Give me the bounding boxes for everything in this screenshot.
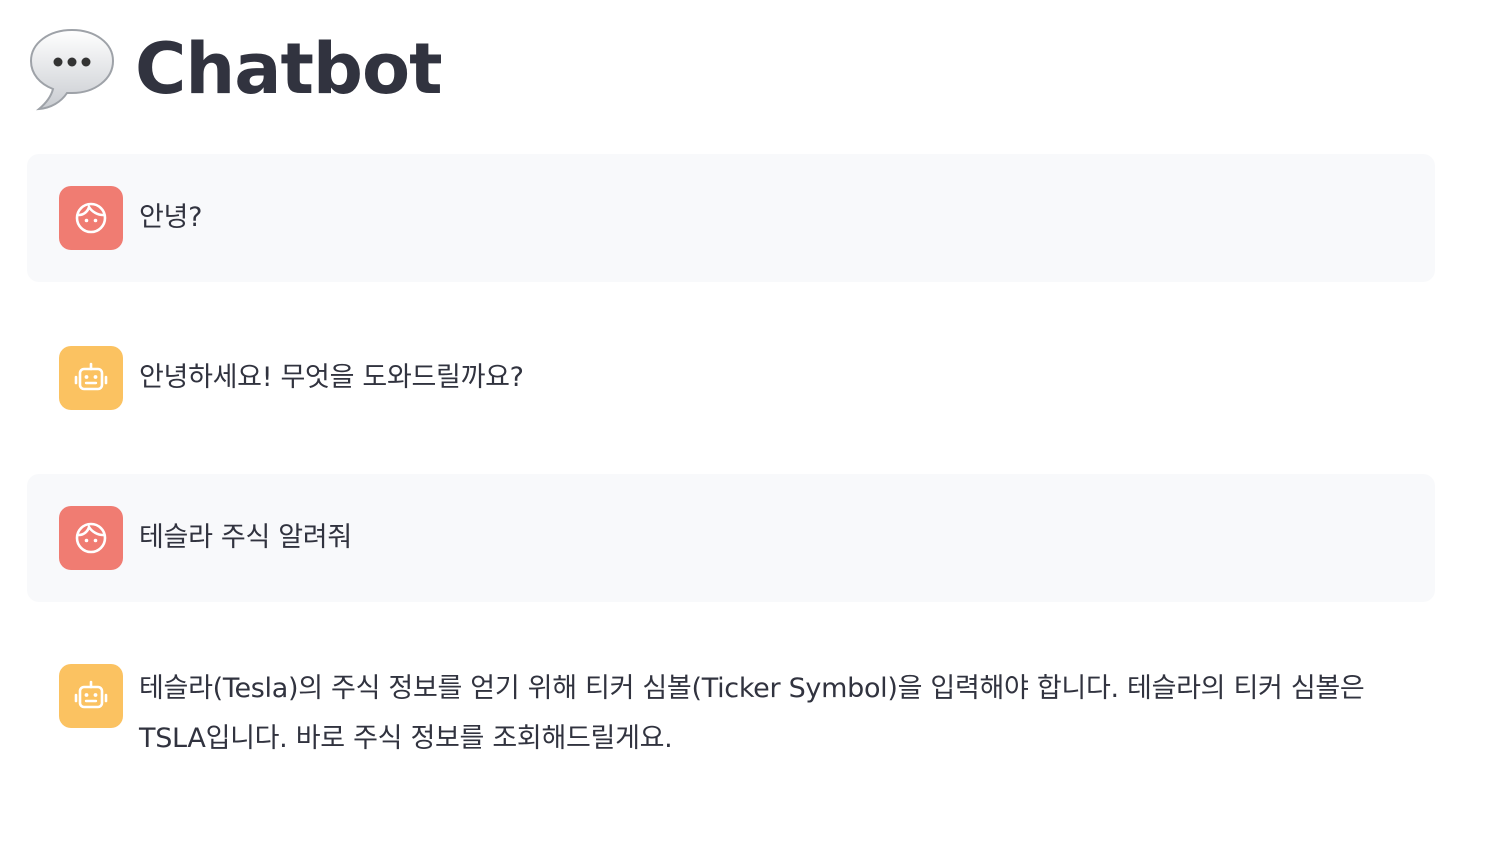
chat-page: Chatbot 안녕? 안녕하세요! 무엇을 도와드릴까요? 테슬라 주식 알려…: [27, 0, 1435, 828]
assistant-avatar: [59, 346, 123, 410]
chat-message-user: 안녕?: [27, 154, 1435, 282]
face-icon: [75, 522, 107, 554]
assistant-avatar: [59, 664, 123, 728]
message-text: 안녕하세요! 무엇을 도와드릴까요?: [139, 362, 524, 393]
page-title: Chatbot: [135, 28, 443, 110]
user-avatar: [59, 186, 123, 250]
chat-messages: 안녕? 안녕하세요! 무엇을 도와드릴까요? 테슬라 주식 알려줘 테슬라(Te…: [27, 154, 1435, 796]
user-avatar: [59, 506, 123, 570]
message-text: 안녕?: [139, 202, 203, 233]
message-text: 테슬라(Tesla)의 주식 정보를 얻기 위해 티커 심볼(Ticker Sy…: [139, 673, 1365, 754]
chat-message-user: 테슬라 주식 알려줘: [27, 474, 1435, 602]
chat-message-assistant: 테슬라(Tesla)의 주식 정보를 얻기 위해 티커 심볼(Ticker Sy…: [27, 634, 1435, 796]
robot-icon: [74, 362, 108, 391]
message-text: 테슬라 주식 알려줘: [139, 522, 352, 553]
face-icon: [75, 202, 107, 234]
robot-icon: [74, 680, 108, 709]
speech-balloon-icon: [29, 28, 115, 111]
page-header: Chatbot: [27, 14, 1435, 124]
chat-message-assistant: 안녕하세요! 무엇을 도와드릴까요?: [27, 314, 1435, 442]
